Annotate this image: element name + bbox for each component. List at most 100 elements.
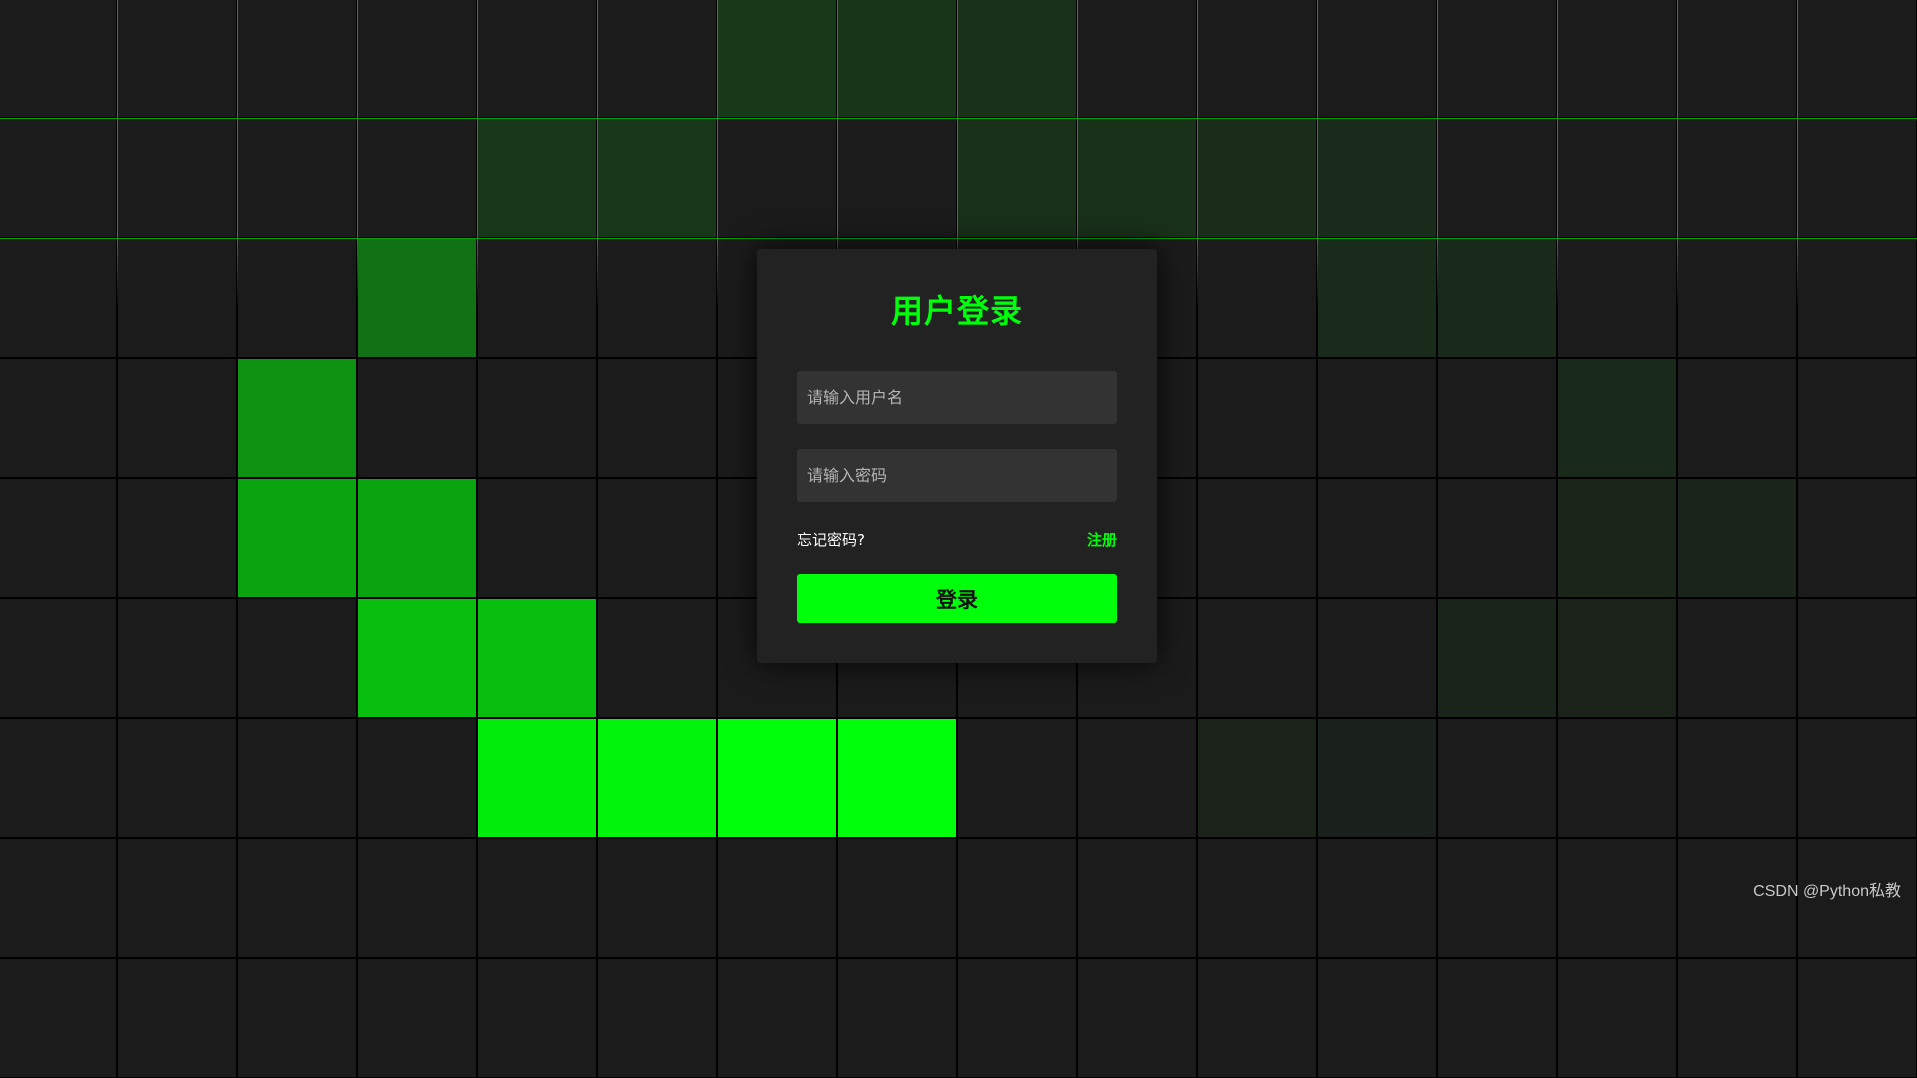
grid-cell: [837, 718, 957, 838]
grid-cell: [1437, 358, 1557, 478]
grid-cell: [1677, 718, 1797, 838]
grid-cell: [477, 718, 597, 838]
grid-cell: [357, 238, 477, 358]
grid-cell: [597, 838, 717, 958]
grid-cell: [1677, 358, 1797, 478]
grid-cell: [1077, 958, 1197, 1078]
grid-cell: [1557, 718, 1677, 838]
grid-cell: [117, 0, 237, 118]
grid-cell: [1797, 478, 1917, 598]
grid-cell: [1317, 238, 1437, 358]
grid-cell: [1197, 838, 1317, 958]
grid-cell: [237, 118, 357, 238]
grid-cell: [1317, 358, 1437, 478]
grid-cell: [237, 238, 357, 358]
grid-cell: [237, 598, 357, 718]
grid-cell: [1317, 838, 1437, 958]
grid-cell: [357, 478, 477, 598]
grid-cell: [1437, 718, 1557, 838]
username-input[interactable]: [797, 371, 1117, 424]
grid-cell: [1197, 358, 1317, 478]
grid-cell: [0, 958, 117, 1078]
grid-cell: [957, 838, 1077, 958]
grid-glow-line: [1557, 0, 1558, 308]
grid-cell: [1677, 238, 1797, 358]
grid-cell: [957, 718, 1077, 838]
grid-cell: [1557, 238, 1677, 358]
grid-cell: [1197, 718, 1317, 838]
grid-glow-line: [477, 0, 478, 308]
grid-cell: [237, 718, 357, 838]
grid-cell: [237, 0, 357, 118]
grid-cell: [1797, 958, 1917, 1078]
grid-cell: [1677, 958, 1797, 1078]
register-link[interactable]: 注册: [1087, 530, 1117, 550]
grid-cell: [237, 358, 357, 478]
grid-cell: [237, 478, 357, 598]
grid-cell: [1437, 118, 1557, 238]
grid-glow-line: [1317, 0, 1318, 308]
forgot-password-link[interactable]: 忘记密码?: [797, 530, 865, 550]
grid-cell: [117, 358, 237, 478]
grid-cell: [597, 118, 717, 238]
grid-cell: [1677, 118, 1797, 238]
grid-glow-line: [717, 0, 718, 308]
grid-cell: [1797, 238, 1917, 358]
grid-cell: [477, 478, 597, 598]
grid-cell: [0, 0, 117, 118]
grid-glow-line: [237, 0, 238, 308]
grid-cell: [0, 598, 117, 718]
grid-cell: [957, 118, 1077, 238]
grid-cell: [0, 478, 117, 598]
grid-cell: [1437, 958, 1557, 1078]
grid-cell: [1317, 598, 1437, 718]
grid-cell: [357, 118, 477, 238]
grid-cell: [117, 118, 237, 238]
grid-cell: [1197, 598, 1317, 718]
grid-cell: [477, 118, 597, 238]
grid-cell: [0, 838, 117, 958]
grid-cell: [117, 478, 237, 598]
grid-cell: [477, 598, 597, 718]
grid-cell: [357, 718, 477, 838]
grid-cell: [837, 0, 957, 118]
grid-cell: [117, 598, 237, 718]
watermark: CSDN @Python私教: [1753, 877, 1901, 901]
grid-cell: [237, 958, 357, 1078]
grid-cell: [1797, 718, 1917, 838]
grid-cell: [1797, 0, 1917, 118]
grid-cell: [1077, 0, 1197, 118]
grid-cell: [477, 238, 597, 358]
grid-cell: [1437, 0, 1557, 118]
grid-cell: [1077, 718, 1197, 838]
grid-glow-line: [1797, 0, 1798, 308]
grid-cell: [1077, 118, 1197, 238]
grid-glow-line: [0, 118, 1917, 119]
password-input[interactable]: [797, 449, 1117, 502]
grid-cell: [837, 838, 957, 958]
grid-glow-line: [597, 0, 598, 308]
grid-cell: [717, 118, 837, 238]
grid-cell: [1677, 0, 1797, 118]
grid-cell: [357, 598, 477, 718]
grid-cell: [1797, 118, 1917, 238]
grid-cell: [1437, 478, 1557, 598]
grid-glow-line: [1197, 0, 1198, 308]
grid-cell: [1317, 118, 1437, 238]
grid-cell: [597, 238, 717, 358]
grid-cell: [717, 838, 837, 958]
grid-cell: [597, 958, 717, 1078]
grid-cell: [357, 358, 477, 478]
grid-cell: [237, 838, 357, 958]
login-button[interactable]: 登录: [797, 574, 1117, 623]
grid-cell: [1197, 0, 1317, 118]
grid-cell: [1437, 838, 1557, 958]
grid-cell: [597, 0, 717, 118]
grid-cell: [957, 0, 1077, 118]
grid-cell: [117, 838, 237, 958]
grid-cell: [717, 718, 837, 838]
grid-cell: [597, 598, 717, 718]
grid-glow-line: [0, 238, 1917, 239]
grid-cell: [1677, 598, 1797, 718]
grid-cell: [117, 958, 237, 1078]
